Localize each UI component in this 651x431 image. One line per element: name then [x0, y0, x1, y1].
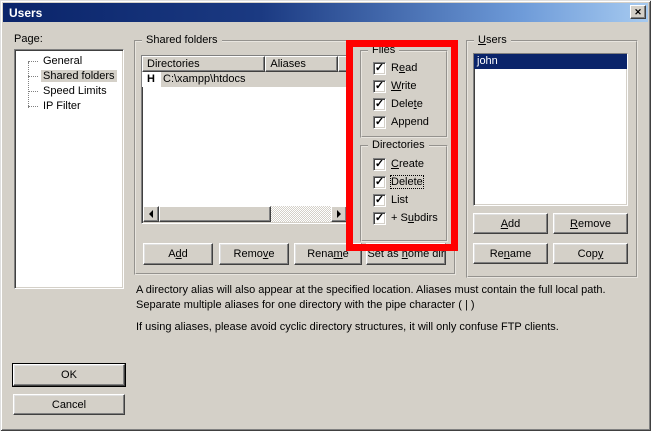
checkmark-icon: ✓ — [375, 177, 384, 187]
directories-group-label: Directories — [368, 139, 429, 151]
checkbox-write[interactable]: ✓ Write — [373, 79, 416, 93]
files-group-label: Files — [368, 44, 399, 56]
page-list[interactable]: General Shared folders Speed Limits IP F… — [14, 49, 124, 289]
cyclic-note: If using aliases, please avoid cyclic di… — [136, 320, 650, 335]
page-item-speed-limits[interactable]: Speed Limits — [19, 84, 119, 99]
checkbox-read[interactable]: ✓ Read — [373, 61, 417, 75]
user-rename-button[interactable]: Rename — [473, 243, 548, 264]
column-header-directories[interactable]: Directories — [142, 56, 265, 72]
user-add-button[interactable]: Add — [473, 213, 548, 234]
alias-note: A directory alias will also appear at th… — [136, 283, 650, 313]
checkbox-delete-file[interactable]: ✓ Delete — [373, 97, 423, 111]
close-icon: ✕ — [634, 8, 642, 17]
checkbox-box[interactable]: ✓ — [373, 116, 386, 129]
checkbox-box[interactable]: ✓ — [373, 98, 386, 111]
checkmark-icon: ✓ — [375, 63, 384, 73]
checkmark-icon: ✓ — [375, 99, 384, 109]
scroll-left-button[interactable] — [143, 206, 159, 222]
scrollbar-thumb[interactable] — [159, 206, 271, 222]
directories-group: Directories ✓ Create ✓ Delete ✓ List ✓ +… — [360, 145, 448, 242]
page-tree: General Shared folders Speed Limits IP F… — [19, 54, 119, 114]
directories-listview[interactable]: Directories Aliases H C:\xampp\htdocs — [141, 55, 349, 224]
checkbox-box[interactable]: ✓ — [373, 80, 386, 93]
window-title: Users — [9, 6, 42, 20]
horizontal-scrollbar[interactable] — [143, 206, 347, 222]
page-label: Page: — [14, 33, 43, 45]
listview-header: Directories Aliases — [142, 56, 348, 72]
title-bar[interactable]: Users — [3, 3, 648, 22]
set-home-dir-button[interactable]: Set as home dir — [366, 243, 446, 265]
ok-button[interactable]: OK — [13, 364, 125, 386]
page-item-shared-folders[interactable]: Shared folders — [19, 69, 119, 84]
checkmark-icon: ✓ — [375, 117, 384, 127]
folder-add-button[interactable]: Add — [143, 243, 213, 265]
user-remove-button[interactable]: Remove — [553, 213, 628, 234]
users-list[interactable]: john — [473, 53, 628, 206]
checkmark-icon: ✓ — [375, 81, 384, 91]
page-item-ip-filter[interactable]: IP Filter — [19, 99, 119, 114]
checkmark-icon: ✓ — [375, 159, 384, 169]
scroll-right-button[interactable] — [331, 206, 347, 222]
checkbox-append[interactable]: ✓ Append — [373, 115, 429, 129]
scroll-left-icon — [149, 210, 153, 218]
directory-row[interactable]: H C:\xampp\htdocs — [142, 72, 348, 87]
cancel-button[interactable]: Cancel — [13, 394, 125, 415]
checkbox-box[interactable]: ✓ — [373, 176, 386, 189]
files-group: Files ✓ Read ✓ Write ✓ Delete ✓ Append — [360, 50, 448, 138]
checkbox-list[interactable]: ✓ List — [373, 193, 408, 207]
checkbox-box[interactable]: ✓ — [373, 62, 386, 75]
checkbox-subdirs[interactable]: ✓ + Subdirs — [373, 211, 438, 225]
checkbox-create[interactable]: ✓ Create — [373, 157, 424, 171]
page-item-general[interactable]: General — [19, 54, 119, 69]
home-dir-marker: H — [142, 72, 161, 87]
checkbox-delete-dir[interactable]: ✓ Delete — [373, 175, 423, 189]
scrollbar-track[interactable] — [271, 206, 331, 222]
folder-rename-button[interactable]: Rename — [294, 243, 362, 265]
checkbox-box[interactable]: ✓ — [373, 158, 386, 171]
user-item-john[interactable]: john — [474, 54, 627, 69]
checkbox-box[interactable]: ✓ — [373, 194, 386, 207]
checkmark-icon: ✓ — [375, 213, 384, 223]
users-dialog: Users ✕ Page: General Shared folders Spe… — [0, 0, 651, 431]
folder-remove-button[interactable]: Remove — [219, 243, 289, 265]
directory-path: C:\xampp\htdocs — [161, 72, 348, 87]
scroll-right-icon — [337, 210, 341, 218]
checkmark-icon: ✓ — [375, 195, 384, 205]
column-header-aliases[interactable]: Aliases — [265, 56, 338, 72]
column-header-filler — [338, 56, 348, 72]
shared-folders-group-label: Shared folders — [142, 34, 222, 46]
checkbox-box[interactable]: ✓ — [373, 212, 386, 225]
user-copy-button[interactable]: Copy — [553, 243, 628, 264]
close-button[interactable]: ✕ — [630, 5, 646, 19]
notes-text: A directory alias will also appear at th… — [136, 283, 650, 335]
users-group-label: Users — [474, 34, 511, 46]
